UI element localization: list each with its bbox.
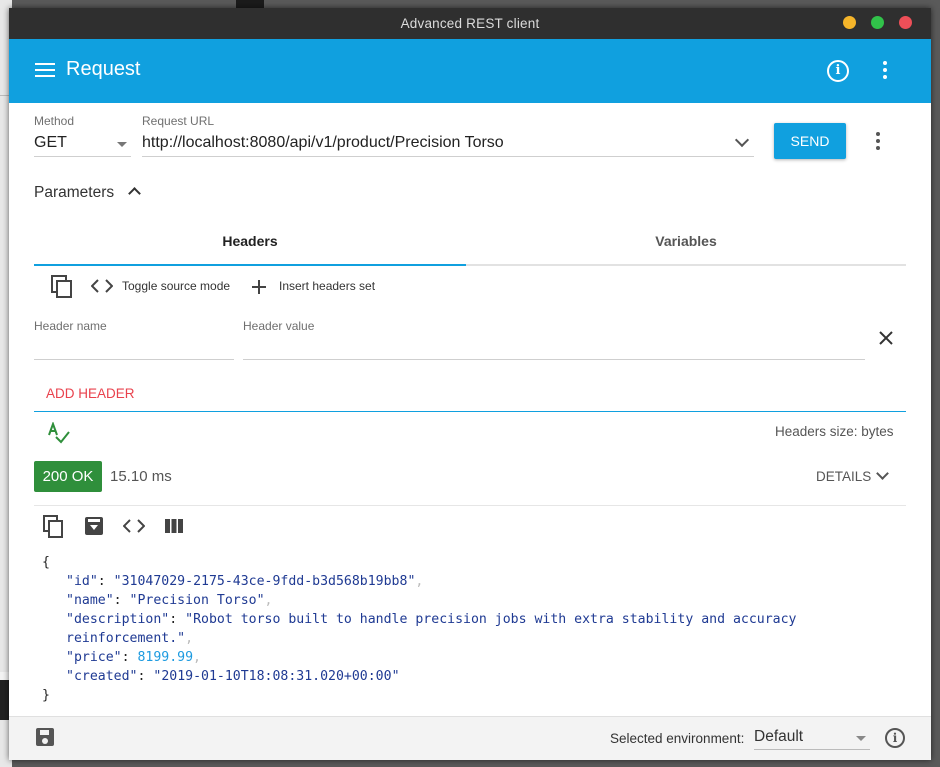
url-underline xyxy=(142,156,754,157)
code-view-icon[interactable] xyxy=(123,519,145,533)
save-icon[interactable] xyxy=(36,728,54,746)
header-name-underline xyxy=(34,359,234,360)
remove-header-icon[interactable] xyxy=(879,331,893,345)
response-name: Precision Torso xyxy=(137,593,257,608)
tab-variables[interactable]: Variables xyxy=(470,233,902,249)
columns-view-icon[interactable] xyxy=(165,518,183,534)
chevron-down-icon[interactable] xyxy=(876,467,889,480)
app-bar: Request i xyxy=(9,39,931,103)
info-icon[interactable]: i xyxy=(827,60,849,82)
app-window: Advanced REST client Request i Method GE… xyxy=(9,8,931,760)
env-info-icon[interactable]: i xyxy=(885,728,905,748)
response-created: 2019-01-10T18:08:31.020+00:00 xyxy=(161,669,392,684)
url-history-chevron-icon[interactable] xyxy=(734,132,750,148)
response-price: 8199.99 xyxy=(137,650,194,665)
save-response-icon[interactable] xyxy=(84,516,104,536)
response-body: { "id": "31047029-2175-43ce-9fdd-b3d568b… xyxy=(42,555,797,703)
details-button[interactable]: DETAILS xyxy=(816,469,871,484)
window-title: Advanced REST client xyxy=(400,16,540,31)
spellcheck-icon[interactable] xyxy=(47,422,71,444)
chevron-up-icon[interactable] xyxy=(128,187,141,200)
active-tab-indicator xyxy=(34,264,466,266)
headers-divider xyxy=(34,411,906,412)
method-dropdown-icon[interactable] xyxy=(117,142,127,147)
url-input[interactable]: http://localhost:8080/api/v1/product/Pre… xyxy=(142,134,504,152)
copy-icon[interactable] xyxy=(51,275,73,299)
parameters-toggle[interactable]: Parameters xyxy=(34,184,114,202)
hamburger-menu-icon[interactable] xyxy=(35,63,55,79)
page-title: Request xyxy=(66,58,141,80)
insert-headers-set-button[interactable]: Insert headers set xyxy=(279,279,375,293)
headers-size-text: Headers size: bytes xyxy=(775,424,894,439)
request-more-vert-icon[interactable] xyxy=(876,132,880,153)
copy-response-icon[interactable] xyxy=(43,515,65,539)
toggle-source-mode-button[interactable]: Toggle source mode xyxy=(122,279,230,293)
response-id: 31047029-2175-43ce-9fdd-b3d568b19bb8 xyxy=(121,574,408,589)
add-icon[interactable] xyxy=(251,279,267,295)
header-value-underline xyxy=(243,359,865,360)
header-value-field[interactable]: Header value xyxy=(243,319,314,333)
more-vert-icon[interactable] xyxy=(883,61,887,82)
code-icon[interactable] xyxy=(91,279,113,293)
url-label: Request URL xyxy=(142,114,215,128)
send-button[interactable]: SEND xyxy=(774,123,846,159)
env-dropdown-icon[interactable] xyxy=(856,736,866,741)
title-bar: Advanced REST client xyxy=(9,8,931,39)
response-timing: 15.10 ms xyxy=(110,468,172,485)
header-name-field[interactable]: Header name xyxy=(34,319,107,333)
response-divider xyxy=(34,505,906,506)
bottom-bar: Selected environment: Default i xyxy=(9,716,931,760)
method-underline xyxy=(34,156,131,157)
status-badge: 200 OK xyxy=(34,461,102,492)
response-description: Robot torso built to handle precision jo… xyxy=(193,612,797,627)
minimize-button[interactable] xyxy=(843,16,856,29)
tab-headers[interactable]: Headers xyxy=(34,233,466,249)
response-description-cont: reinforcement. xyxy=(66,631,178,646)
method-select[interactable]: GET xyxy=(34,134,67,152)
close-window-button[interactable] xyxy=(899,16,912,29)
env-label: Selected environment: xyxy=(610,731,745,746)
environment-select[interactable]: Default xyxy=(754,728,803,746)
env-underline xyxy=(754,749,870,750)
maximize-button[interactable] xyxy=(871,16,884,29)
add-header-button[interactable]: ADD HEADER xyxy=(46,386,135,401)
method-label: Method xyxy=(34,114,75,128)
